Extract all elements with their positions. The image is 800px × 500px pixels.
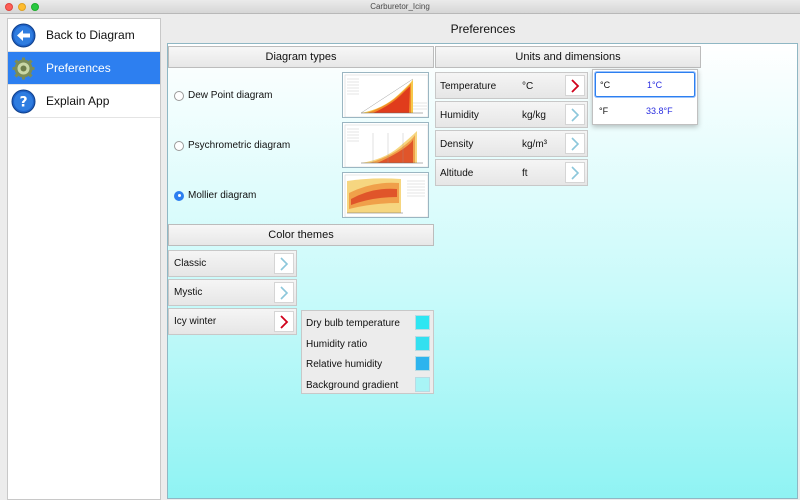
sidebar-item-back-to-diagram[interactable]: Back to Diagram xyxy=(8,19,160,52)
chevron-right-icon[interactable] xyxy=(274,311,294,332)
sidebar-item-preferences[interactable]: Preferences xyxy=(8,52,160,85)
sidebar-item-explain-app[interactable]: ? Explain App xyxy=(8,85,160,118)
unit-row-temperature[interactable]: Temperature °C xyxy=(435,72,588,99)
chevron-right-icon[interactable] xyxy=(274,253,294,274)
window-titlebar: Carburetor_Icing xyxy=(0,0,800,14)
sidebar-item-label: Preferences xyxy=(46,61,111,75)
unit-row-density[interactable]: Density kg/m³ xyxy=(435,130,588,157)
radio-button[interactable] xyxy=(174,90,184,101)
theme-classic[interactable]: Classic xyxy=(168,250,297,277)
color-label-dry-bulb: Dry bulb temperature xyxy=(306,318,400,329)
sidebar-item-label: Back to Diagram xyxy=(46,28,135,42)
units-header: Units and dimensions xyxy=(435,46,701,68)
color-label-background-gradient: Background gradient xyxy=(306,380,399,391)
sidebar: Back to Diagram Preferences ? Explain Ap… xyxy=(7,18,161,500)
radio-dew-point-diagram[interactable]: Dew Point diagram xyxy=(174,90,272,101)
radio-mollier-diagram[interactable]: Mollier diagram xyxy=(174,190,256,201)
theme-mystic[interactable]: Mystic xyxy=(168,279,297,306)
svg-text:?: ? xyxy=(19,94,27,110)
back-arrow-icon xyxy=(11,23,36,48)
color-swatch-relative-humidity[interactable] xyxy=(415,356,430,371)
chevron-right-icon[interactable] xyxy=(565,75,585,96)
preferences-panel: Diagram types Dew Point diagram Psychrom… xyxy=(167,43,798,499)
theme-label: Mystic xyxy=(174,287,203,298)
psychrometric-diagram-thumbnail[interactable] xyxy=(342,122,429,168)
radio-label: Psychrometric diagram xyxy=(188,140,291,151)
option-unit: °C xyxy=(600,80,611,90)
sidebar-item-label: Explain App xyxy=(46,94,110,108)
dew-point-diagram-thumbnail[interactable] xyxy=(342,72,429,118)
theme-colors-panel: Dry bulb temperature Humidity ratio Rela… xyxy=(301,310,434,394)
radio-button[interactable] xyxy=(174,140,184,151)
option-unit: °F xyxy=(599,106,609,116)
radio-psychrometric-diagram[interactable]: Psychrometric diagram xyxy=(174,140,290,151)
chevron-right-icon[interactable] xyxy=(565,133,585,154)
unit-name: Humidity xyxy=(440,110,479,121)
mollier-diagram-thumbnail[interactable] xyxy=(342,172,429,218)
unit-row-altitude[interactable]: Altitude ft xyxy=(435,159,588,186)
help-question-icon: ? xyxy=(11,89,36,114)
color-label-humidity-ratio: Humidity ratio xyxy=(306,339,368,350)
unit-row-humidity[interactable]: Humidity kg/kg xyxy=(435,101,588,128)
unit-name: Density xyxy=(440,139,474,150)
theme-label: Classic xyxy=(174,258,207,269)
color-swatch-background-gradient[interactable] xyxy=(415,377,430,392)
window-close-button[interactable] xyxy=(5,3,13,11)
option-value: 33.8°F xyxy=(646,106,673,116)
unit-value: ft xyxy=(522,168,528,179)
color-label-relative-humidity: Relative humidity xyxy=(306,359,383,370)
unit-value: kg/kg xyxy=(522,110,546,121)
color-swatch-dry-bulb[interactable] xyxy=(415,315,430,330)
unit-value: °C xyxy=(522,81,534,92)
window-minimize-button[interactable] xyxy=(18,3,26,11)
preferences-gear-icon xyxy=(11,56,36,81)
radio-label: Dew Point diagram xyxy=(188,90,273,101)
unit-name: Altitude xyxy=(440,168,474,179)
temperature-option-celsius[interactable]: °C 1°C xyxy=(595,72,695,97)
temperature-unit-popup: °C 1°C °F 33.8°F xyxy=(592,69,698,125)
radio-label: Mollier diagram xyxy=(188,190,257,201)
color-swatch-humidity-ratio[interactable] xyxy=(415,336,430,351)
window-title: Carburetor_Icing xyxy=(370,2,430,11)
chevron-right-icon[interactable] xyxy=(565,162,585,183)
radio-button[interactable] xyxy=(174,190,184,201)
window-maximize-button[interactable] xyxy=(31,3,39,11)
unit-name: Temperature xyxy=(440,81,497,92)
temperature-option-fahrenheit[interactable]: °F 33.8°F xyxy=(595,99,695,124)
chevron-right-icon[interactable] xyxy=(565,104,585,125)
unit-value: kg/m³ xyxy=(522,139,547,150)
theme-label: Icy winter xyxy=(174,316,217,327)
chevron-right-icon[interactable] xyxy=(274,282,294,303)
theme-icy-winter[interactable]: Icy winter xyxy=(168,308,297,335)
option-value: 1°C xyxy=(647,80,663,90)
diagram-types-header: Diagram types xyxy=(168,46,434,68)
page-title: Preferences xyxy=(450,22,516,36)
color-themes-header: Color themes xyxy=(168,224,434,246)
